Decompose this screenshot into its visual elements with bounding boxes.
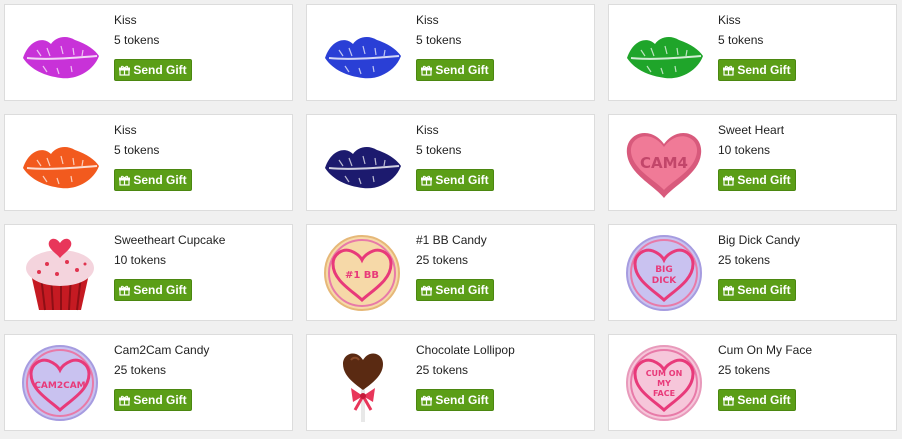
gift-price: 10 tokens <box>718 143 771 157</box>
gift-card: #1 BB #1 BB Candy 25 tokens Send Gift <box>306 224 595 321</box>
gift-price: 5 tokens <box>416 143 462 157</box>
gift-name: Kiss <box>416 13 439 27</box>
orange-lips-icon[interactable] <box>17 124 103 202</box>
gift-name: Kiss <box>114 13 137 27</box>
gift-icon <box>421 285 433 296</box>
send-gift-button[interactable]: Send Gift <box>114 169 192 191</box>
send-gift-label: Send Gift <box>435 283 489 297</box>
gift-card: Chocolate Lollipop 25 tokens Send Gift <box>306 334 595 431</box>
navy-lips-icon[interactable] <box>319 124 405 202</box>
gift-icon <box>723 285 735 296</box>
gift-name: #1 BB Candy <box>416 233 487 247</box>
bb-candy-icon[interactable]: #1 BB <box>319 234 405 312</box>
candy-heart-icon[interactable]: CAM4 <box>621 124 707 202</box>
send-gift-label: Send Gift <box>133 173 187 187</box>
send-gift-button[interactable]: Send Gift <box>416 169 494 191</box>
gift-card: CUM ON MY FACE Cum On My Face 25 tokens Se… <box>608 334 897 431</box>
gift-icon <box>421 175 433 186</box>
gift-price: 25 tokens <box>718 253 771 267</box>
cam2cam-candy-label: CAM2CAM <box>34 381 85 391</box>
send-gift-label: Send Gift <box>133 283 187 297</box>
gift-price: 25 tokens <box>416 363 469 377</box>
gift-name: Kiss <box>416 123 439 137</box>
send-gift-label: Send Gift <box>435 393 489 407</box>
gift-card: Kiss 5 tokens Send Gift <box>306 114 595 211</box>
send-gift-button[interactable]: Send Gift <box>416 389 494 411</box>
send-gift-label: Send Gift <box>133 63 187 77</box>
gift-name: Big Dick Candy <box>718 233 801 247</box>
gift-name: Cum On My Face <box>718 343 813 357</box>
gift-icon <box>723 65 735 76</box>
gift-icon <box>421 65 433 76</box>
gift-price: 5 tokens <box>416 33 462 47</box>
gift-card: Kiss 5 tokens Send Gift <box>4 114 293 211</box>
send-gift-label: Send Gift <box>737 283 791 297</box>
gift-grid: Kiss 5 tokens Send Gift Kiss 5 tokens Se… <box>0 0 902 439</box>
send-gift-label: Send Gift <box>435 63 489 77</box>
candy-heart-label: CAM4 <box>640 154 688 172</box>
gift-card: CAM2CAM Cam2Cam Candy 25 tokens Send Gif… <box>4 334 293 431</box>
gift-icon <box>723 175 735 186</box>
gift-name: Kiss <box>114 123 137 137</box>
gift-price: 5 tokens <box>114 143 160 157</box>
gift-card: Kiss 5 tokens Send Gift <box>608 4 897 101</box>
send-gift-button[interactable]: Send Gift <box>718 389 796 411</box>
send-gift-label: Send Gift <box>737 173 791 187</box>
send-gift-label: Send Gift <box>435 173 489 187</box>
send-gift-button[interactable]: Send Gift <box>718 169 796 191</box>
gift-price: 25 tokens <box>114 363 167 377</box>
send-gift-button[interactable]: Send Gift <box>114 389 192 411</box>
gift-icon <box>119 395 131 406</box>
gift-name: Sweet Heart <box>718 123 785 137</box>
bb-candy-label: #1 BB <box>345 270 379 281</box>
send-gift-label: Send Gift <box>737 63 791 77</box>
gift-card: Kiss 5 tokens Send Gift <box>4 4 293 101</box>
gift-card: Kiss 5 tokens Send Gift <box>306 4 595 101</box>
send-gift-button[interactable]: Send Gift <box>416 279 494 301</box>
send-gift-label: Send Gift <box>133 393 187 407</box>
gift-name: Sweetheart Cupcake <box>114 233 226 247</box>
gift-icon <box>421 395 433 406</box>
send-gift-button[interactable]: Send Gift <box>718 59 796 81</box>
gift-price: 10 tokens <box>114 253 167 267</box>
cum-on-my-face-candy-icon[interactable]: CUM ON MY FACE <box>621 344 707 422</box>
chocolate-lollipop-icon[interactable] <box>319 344 405 422</box>
gift-name: Cam2Cam Candy <box>114 343 210 357</box>
cam2cam-candy-icon[interactable]: CAM2CAM <box>17 344 103 422</box>
send-gift-button[interactable]: Send Gift <box>114 279 192 301</box>
cupcake-icon[interactable] <box>17 234 103 312</box>
send-gift-button[interactable]: Send Gift <box>114 59 192 81</box>
blue-lips-icon[interactable] <box>319 14 405 92</box>
purple-lips-icon[interactable] <box>17 14 103 92</box>
gift-name: Kiss <box>718 13 741 27</box>
green-lips-icon[interactable] <box>621 14 707 92</box>
big-dick-candy-icon[interactable]: BIG DICK <box>621 234 707 312</box>
gift-price: 25 tokens <box>718 363 771 377</box>
gift-card: CAM4 Sweet Heart 10 tokens Send Gift <box>608 114 897 211</box>
send-gift-button[interactable]: Send Gift <box>416 59 494 81</box>
gift-icon <box>119 285 131 296</box>
gift-card: BIG DICK Big Dick Candy 25 tokens Send Gi… <box>608 224 897 321</box>
send-gift-button[interactable]: Send Gift <box>718 279 796 301</box>
gift-price: 5 tokens <box>718 33 764 47</box>
gift-card: Sweetheart Cupcake 10 tokens Send Gift <box>4 224 293 321</box>
gift-icon <box>723 395 735 406</box>
gift-icon <box>119 175 131 186</box>
gift-price: 25 tokens <box>416 253 469 267</box>
gift-icon <box>119 65 131 76</box>
gift-price: 5 tokens <box>114 33 160 47</box>
send-gift-label: Send Gift <box>737 393 791 407</box>
gift-name: Chocolate Lollipop <box>416 343 515 357</box>
